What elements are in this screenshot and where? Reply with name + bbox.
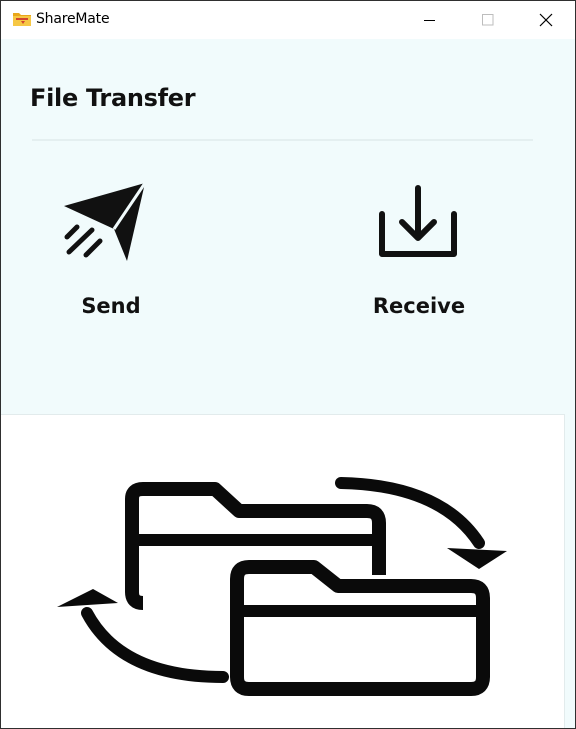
folders-transfer-icon (57, 477, 507, 696)
page-title: File Transfer (30, 84, 196, 112)
paper-plane-icon (64, 182, 147, 261)
title-bar[interactable]: ShareMate (1, 0, 575, 39)
download-tray-icon (379, 185, 457, 257)
send-button[interactable]: Send (41, 170, 181, 330)
send-label: Send (81, 294, 141, 318)
app-window: ShareMate File Transfer Send Receive (0, 0, 576, 729)
illustration-panel (1, 414, 565, 728)
close-icon (539, 13, 553, 27)
receive-label: Receive (372, 294, 466, 318)
close-button[interactable] (517, 1, 575, 39)
receive-button[interactable]: Receive (349, 170, 489, 330)
minimize-button[interactable] (401, 1, 459, 39)
maximize-button[interactable] (459, 1, 517, 39)
folder-icon (13, 13, 31, 26)
minimize-icon (424, 20, 435, 21)
window-title: ShareMate (36, 11, 110, 27)
divider (32, 139, 533, 141)
maximize-icon (482, 14, 494, 26)
